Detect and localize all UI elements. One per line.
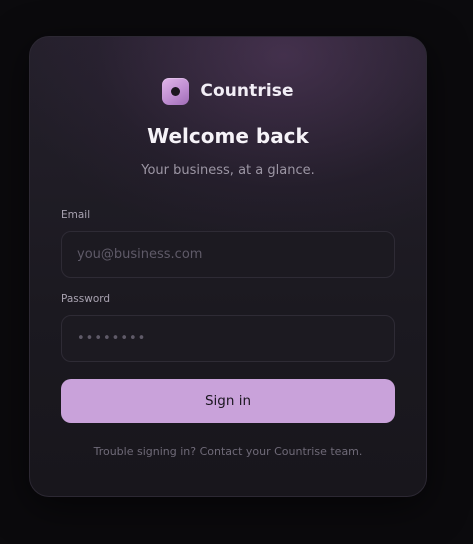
- logo-dot: [171, 86, 181, 96]
- email-field[interactable]: [61, 231, 395, 278]
- sign-in-button[interactable]: Sign in: [61, 379, 395, 423]
- login-screen: Countrise Welcome back Your business, at…: [0, 0, 473, 544]
- help-text: Trouble signing in? Contact your Countri…: [93, 445, 363, 458]
- login-card: Countrise Welcome back Your business, at…: [29, 36, 427, 497]
- email-label: Email: [61, 209, 91, 221]
- brand-header: Countrise: [30, 77, 426, 105]
- brand-name: Countrise: [200, 81, 294, 101]
- circle-dot-icon: [162, 77, 190, 105]
- password-field[interactable]: [61, 315, 395, 362]
- page-subtitle: Your business, at a glance.: [141, 163, 315, 178]
- password-label: Password: [61, 293, 111, 305]
- page-title: Welcome back: [147, 124, 309, 148]
